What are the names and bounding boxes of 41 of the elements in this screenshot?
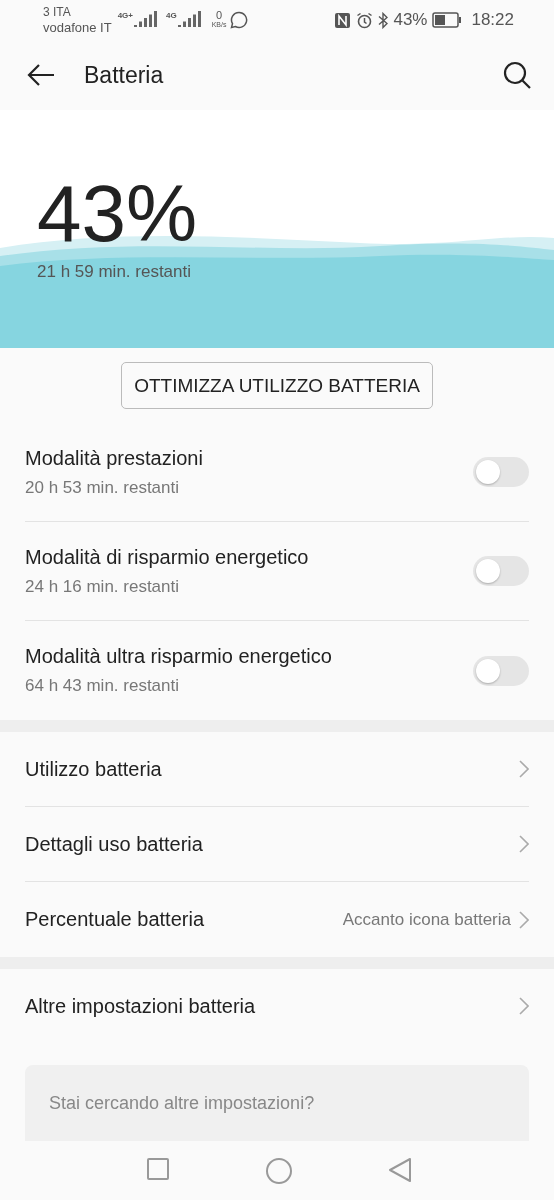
battery-icon <box>432 12 463 28</box>
speed-value: 0 <box>216 11 223 20</box>
setting-value: Accanto icona batteria <box>342 909 511 930</box>
signal-icon <box>177 11 204 29</box>
carrier-name: 3 ITA <box>43 5 72 20</box>
setting-label: Dettagli uso batteria <box>25 832 204 856</box>
bluetooth-icon <box>378 11 389 29</box>
home-button[interactable] <box>265 1157 293 1185</box>
setting-label: Utilizzo batteria <box>25 757 163 781</box>
carrier-name: vodafone IT <box>43 20 112 35</box>
remaining-time: 21 h 59 min. restanti <box>37 262 193 282</box>
optimize-button[interactable]: OTTIMIZZA UTILIZZO BATTERIA <box>121 362 433 409</box>
battery-percentage: 43% <box>37 174 199 254</box>
chevron-right-icon <box>519 835 529 853</box>
search-field[interactable]: Stai cercando altre impostazioni? <box>25 1065 529 1141</box>
nfc-icon <box>334 11 352 29</box>
back-nav-button[interactable] <box>388 1157 412 1185</box>
toggle-switch[interactable] <box>473 655 529 686</box>
mode-subtitle: 24 h 16 min. restanti <box>25 576 181 597</box>
back-button[interactable] <box>26 63 56 87</box>
mode-title: Modalità di risparmio energetico <box>25 545 310 569</box>
chevron-right-icon <box>519 997 529 1015</box>
chat-icon <box>230 11 249 29</box>
chevron-right-icon <box>519 760 529 778</box>
mode-subtitle: 20 h 53 min. restanti <box>25 477 181 498</box>
mode-subtitle: 64 h 43 min. restanti <box>25 676 181 696</box>
toggle-switch[interactable] <box>473 556 529 586</box>
mode-title: Modalità prestazioni <box>25 446 204 470</box>
alarm-icon <box>356 11 374 29</box>
network-type: 4G <box>166 11 177 20</box>
toggle-switch[interactable] <box>473 457 529 487</box>
chevron-right-icon <box>519 910 529 929</box>
battery-percent: 43% <box>393 10 428 30</box>
setting-label: Percentuale batteria <box>25 908 205 931</box>
search-button[interactable] <box>502 60 532 90</box>
signal-icon <box>134 11 160 29</box>
mode-title: Modalità ultra risparmio energetico <box>25 645 333 668</box>
network-type: 4G+ <box>117 11 133 20</box>
setting-label: Altre impostazioni batteria <box>25 994 257 1018</box>
page-title: Batteria <box>84 61 165 89</box>
clock: 18:22 <box>471 10 514 30</box>
